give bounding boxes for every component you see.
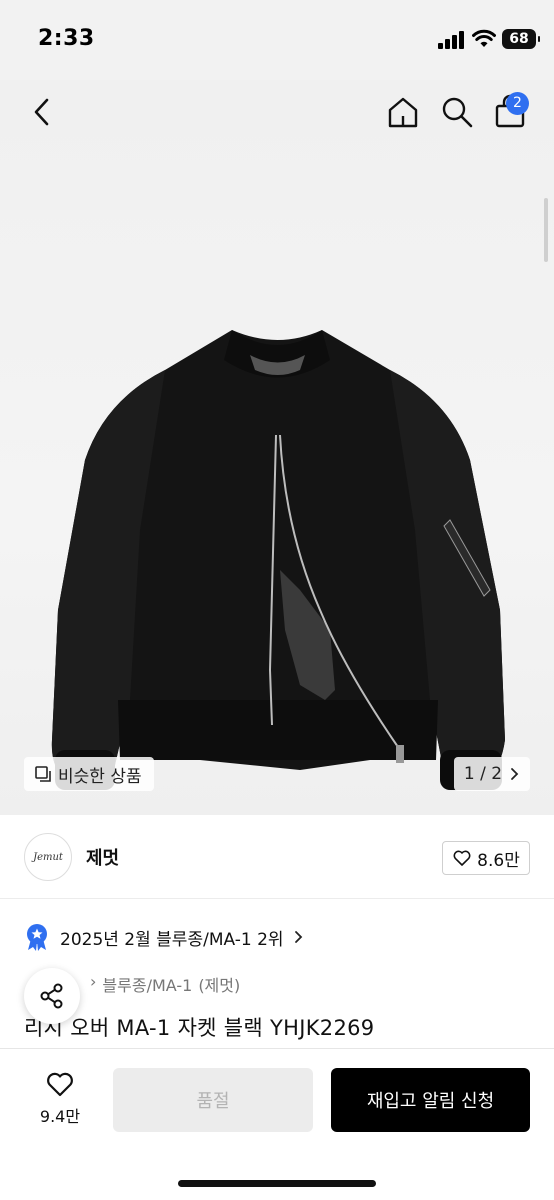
- wifi-icon: [472, 29, 496, 47]
- similar-products-button[interactable]: 비슷한 상품: [24, 757, 154, 791]
- search-icon[interactable]: [439, 94, 475, 130]
- brand-logo[interactable]: Jemut: [24, 833, 72, 881]
- status-bar: 2:33 68: [0, 0, 554, 80]
- ranking-text: 2025년 2월 블루종/MA-1 2위: [60, 929, 284, 950]
- restock-alert-button[interactable]: 재입고 알림 신청: [331, 1068, 530, 1132]
- product-image-area[interactable]: [0, 80, 554, 815]
- similar-products-label: 비슷한 상품: [58, 766, 142, 787]
- image-pager-button[interactable]: 1 / 2: [454, 757, 530, 791]
- breadcrumb-brand[interactable]: (제멋): [198, 972, 240, 996]
- ranking-medal-icon: [27, 924, 47, 951]
- chevron-right-icon: [294, 931, 302, 943]
- top-nav: [0, 80, 554, 144]
- soldout-button: 품절: [113, 1068, 313, 1132]
- chevron-right-icon: [511, 768, 519, 780]
- cellular-signal-icon: [438, 31, 464, 49]
- scrollbar[interactable]: [544, 198, 548, 262]
- breadcrumb-category[interactable]: 블루종/MA-1: [102, 972, 192, 996]
- product-image: [51, 330, 505, 790]
- share-icon: [40, 983, 63, 1009]
- heart-icon: [453, 850, 471, 866]
- ranking-link[interactable]: 2025년 2월 블루종/MA-1 2위: [24, 923, 304, 951]
- back-arrow-icon[interactable]: [28, 94, 56, 130]
- wishlist-count: 9.4만: [39, 1107, 81, 1126]
- status-time: 2:33: [38, 26, 95, 51]
- heart-icon: [47, 1072, 73, 1097]
- wishlist-button[interactable]: 9.4만: [30, 1069, 90, 1127]
- brand-logo-text: Jemut: [33, 851, 63, 863]
- product-title: 리시 오버 MA-1 자켓 블랙 YHJK2269: [24, 1016, 375, 1040]
- brand-row[interactable]: Jemut 제멋 8.6만: [0, 815, 554, 899]
- share-button[interactable]: [24, 968, 80, 1024]
- copy-icon: [35, 766, 51, 782]
- home-icon[interactable]: [385, 94, 421, 130]
- cart-count-badge: 2: [506, 92, 529, 115]
- image-pager-label: 1 / 2: [463, 764, 503, 784]
- brand-like-button[interactable]: 8.6만: [442, 841, 530, 875]
- home-indicator: [178, 1180, 376, 1187]
- brand-name[interactable]: 제멋: [86, 844, 119, 870]
- breadcrumb-separator: ›: [90, 972, 97, 991]
- bottom-action-bar: 9.4만 품절 재입고 알림 신청: [0, 1048, 554, 1200]
- battery-indicator: 68: [502, 29, 540, 49]
- brand-like-count: 8.6만: [477, 850, 520, 871]
